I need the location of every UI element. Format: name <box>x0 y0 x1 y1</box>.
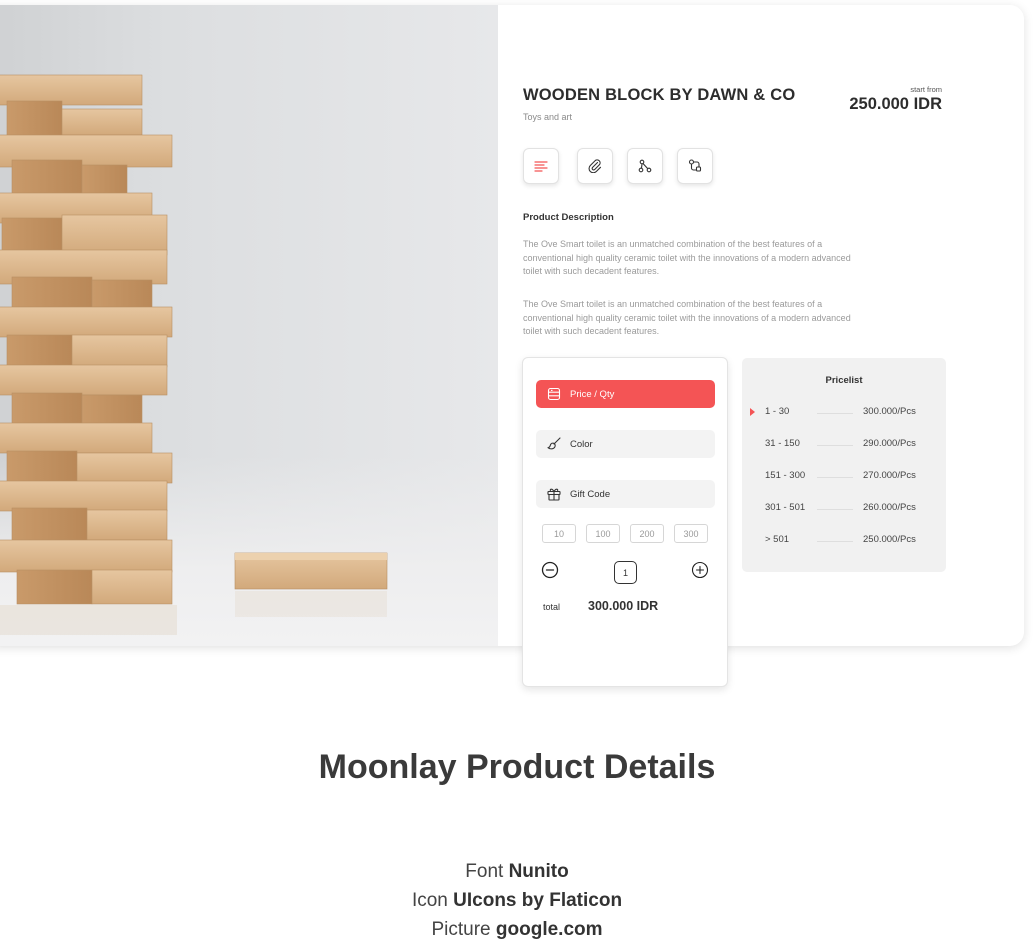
pricelist-title: Pricelist <box>825 375 863 386</box>
pricelist-price: 270.000/Pcs <box>863 470 916 481</box>
option-gift-code[interactable]: Gift Code <box>536 480 715 508</box>
pricelist-price: 260.000/Pcs <box>863 502 916 513</box>
gift-icon <box>546 487 561 502</box>
pricelist-range: 151 - 300 <box>765 470 806 481</box>
quick-qty-200[interactable]: 200 <box>630 524 664 543</box>
option-color[interactable]: Color <box>536 430 715 458</box>
order-panel: Price / Qty Color Gift Code 10 100 200 3… <box>522 357 728 687</box>
option-label: Price / Qty <box>570 388 615 400</box>
wooden-block-tower-illustration <box>0 74 388 635</box>
option-label: Color <box>570 438 593 450</box>
credit-label: Icon <box>411 890 448 911</box>
pricelist-range: 31 - 150 <box>765 438 800 449</box>
pricelist-row[interactable]: 301 - 501 260.000/Pcs <box>742 502 946 516</box>
credit-value: UIcons by Flaticon <box>453 890 623 911</box>
minus-circle-icon[interactable] <box>541 561 559 579</box>
pricelist-icon <box>546 387 561 402</box>
compare-button[interactable] <box>677 148 713 184</box>
product-image <box>0 5 498 646</box>
option-price-qty[interactable]: Price / Qty <box>536 380 715 408</box>
credit-value: Nunito <box>508 861 569 882</box>
total-value: 300.000 IDR <box>588 599 659 613</box>
paint-brush-icon <box>546 437 561 452</box>
quick-qty-100[interactable]: 100 <box>586 524 620 543</box>
pricelist-row[interactable]: 1 - 30 300.000/Pcs <box>742 406 946 420</box>
description-paragraph: The Ove Smart toilet is an unmatched com… <box>523 299 851 336</box>
quick-qty-300[interactable]: 300 <box>674 524 708 543</box>
compare-icon <box>688 159 702 172</box>
credit-label: Picture <box>431 919 491 940</box>
quantity-value[interactable]: 1 <box>614 561 637 584</box>
paperclip-icon <box>588 159 602 173</box>
pricelist-row[interactable]: 151 - 300 270.000/Pcs <box>742 470 946 484</box>
description-paragraph: The Ove Smart toilet is an unmatched com… <box>523 239 851 276</box>
credit-picture: Picture google.com <box>0 919 1034 941</box>
credit-label: Font <box>465 861 504 882</box>
description-title: Product Description <box>523 212 614 223</box>
pricelist-price: 300.000/Pcs <box>863 406 916 417</box>
product-category: Toys and art <box>523 112 573 122</box>
attachment-button[interactable] <box>577 148 613 184</box>
credit-icon: Icon UIcons by Flaticon <box>0 890 1034 912</box>
pricelist-range: 301 - 501 <box>765 502 806 513</box>
pricelist-range: > 501 <box>765 534 790 545</box>
pricelist-range: 1 - 30 <box>765 406 790 417</box>
product-title: WOODEN BLOCK BY DAWN & CO <box>523 86 796 104</box>
share-button[interactable] <box>627 148 663 184</box>
description-button[interactable] <box>523 148 559 184</box>
pricelist-price: 250.000/Pcs <box>863 534 916 545</box>
pricelist-panel: Pricelist 1 - 30 300.000/Pcs 31 - 150 29… <box>742 358 946 572</box>
pricelist-row[interactable]: 31 - 150 290.000/Pcs <box>742 438 946 452</box>
credit-font: Font Nunito <box>0 861 1034 883</box>
page-heading: Moonlay Product Details <box>318 748 716 786</box>
pricelist-price: 290.000/Pcs <box>863 438 916 449</box>
credit-value: google.com <box>495 919 603 940</box>
total-label: total <box>543 602 561 612</box>
description-icon <box>534 161 548 172</box>
selected-marker-icon <box>750 408 755 416</box>
start-price: 250.000 IDR <box>849 95 942 113</box>
pricelist-row[interactable]: > 501 250.000/Pcs <box>742 534 946 548</box>
option-label: Gift Code <box>570 488 611 500</box>
quick-qty-10[interactable]: 10 <box>542 524 576 543</box>
plus-circle-icon[interactable] <box>691 561 709 579</box>
share-icon <box>638 159 652 173</box>
start-from-label: start from <box>910 85 942 94</box>
